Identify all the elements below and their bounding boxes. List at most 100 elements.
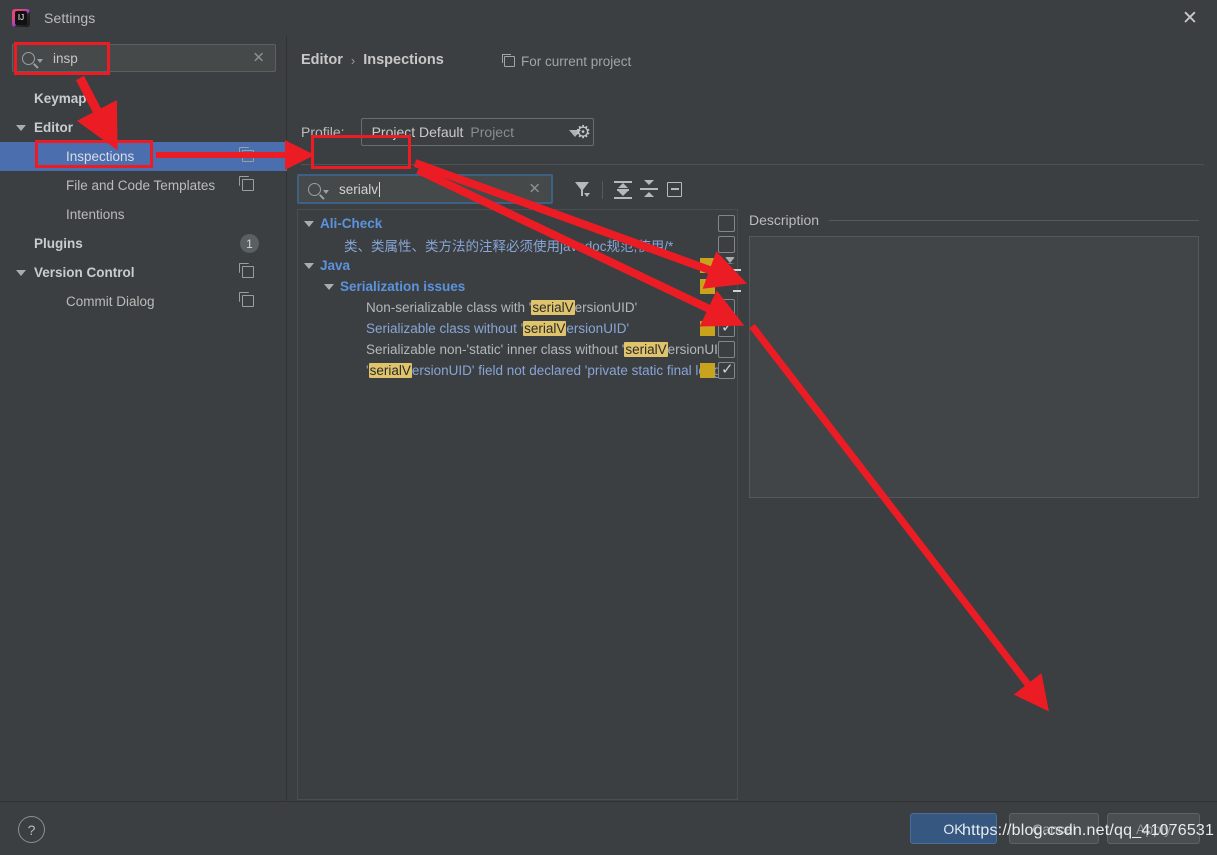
- reset-to-empty-icon[interactable]: [662, 178, 688, 202]
- sidebar-search-value: insp: [53, 50, 78, 66]
- for-current-project-label: For current project: [502, 54, 632, 69]
- plugins-update-badge: 1: [240, 234, 259, 253]
- description-title: Description: [749, 212, 820, 228]
- sidebar-item-label: Keymap: [34, 91, 87, 106]
- watermark: https://blog.csdn.net/qq_41076531: [962, 822, 1215, 839]
- sidebar-item-label: Commit Dialog: [66, 294, 155, 309]
- close-icon[interactable]: ✕: [1177, 6, 1203, 30]
- inspection-toolbar: [569, 178, 688, 202]
- filter-icon[interactable]: [569, 178, 595, 202]
- chevron-down-icon[interactable]: [324, 283, 334, 290]
- toolbar-separator: [602, 181, 603, 199]
- sidebar-search-input[interactable]: insp ✕: [12, 44, 276, 72]
- profile-value: Project Default: [371, 124, 464, 140]
- inspection-tree[interactable]: Ali-Check 类、类属性、类方法的注释必须使用javadoc规范,使用/*…: [297, 209, 741, 800]
- sidebar-search-clear-icon[interactable]: ✕: [252, 51, 265, 66]
- help-button[interactable]: ?: [18, 816, 45, 843]
- settings-sidebar: insp ✕ Keymap Editor Inspections File an…: [0, 36, 287, 801]
- chevron-down-icon[interactable]: [304, 262, 314, 269]
- inspection-enabled-checkbox[interactable]: [718, 236, 735, 253]
- severity-swatch: [700, 258, 715, 273]
- table-row[interactable]: Non-serializable class with 'serialVersi…: [298, 297, 737, 318]
- inspection-label: 'serialVersionUID' field not declared 'p…: [366, 363, 724, 378]
- breadcrumb: Editor › Inspections: [301, 52, 444, 68]
- profile-row: Profile: Project Default Project ⚙: [301, 118, 594, 146]
- table-row[interactable]: Serialization issues: [298, 276, 741, 297]
- severity-swatch: [700, 321, 715, 336]
- for-current-project-text: For current project: [521, 54, 632, 69]
- intellij-idea-logo-icon: [12, 9, 30, 27]
- search-icon: [22, 51, 35, 65]
- inspection-search-input[interactable]: serialv ✕: [297, 174, 553, 204]
- inspection-enabled-checkbox[interactable]: [718, 215, 735, 232]
- inspection-label: Serializable non-'static' inner class wi…: [366, 342, 731, 357]
- sidebar-item-label: Inspections: [66, 149, 135, 164]
- sidebar-item-label: File and Code Templates: [66, 178, 216, 193]
- copy-settings-icon[interactable]: [239, 263, 254, 278]
- search-icon: [308, 182, 321, 196]
- sidebar-item-version-control[interactable]: Version Control: [0, 258, 287, 287]
- inspection-group-label: Java: [320, 258, 351, 273]
- search-dropdown-caret-icon[interactable]: [323, 189, 329, 194]
- table-row[interactable]: Serializable class without 'serialVersio…: [298, 318, 737, 339]
- sidebar-item-editor[interactable]: Editor: [0, 113, 287, 142]
- settings-category-tree: Keymap Editor Inspections File and Code …: [0, 84, 287, 316]
- breadcrumb-current: Inspections: [363, 52, 444, 68]
- table-row[interactable]: Java: [298, 255, 741, 276]
- severity-swatch: [700, 363, 715, 378]
- copy-settings-icon[interactable]: [239, 176, 254, 191]
- settings-dialog: Settings ✕ insp ✕ Keymap Editor Inspecti…: [0, 0, 1217, 855]
- sidebar-item-label: Version Control: [34, 265, 135, 280]
- description-panel: [749, 236, 1199, 498]
- project-scope-icon: [502, 54, 515, 67]
- collapse-all-icon[interactable]: [636, 178, 662, 202]
- inspection-search-value: serialv: [339, 181, 381, 197]
- sidebar-item-inspections[interactable]: Inspections: [0, 142, 287, 171]
- table-row[interactable]: 'serialVersionUID' field not declared 'p…: [298, 360, 737, 381]
- inspection-label: Non-serializable class with 'serialVersi…: [366, 300, 638, 315]
- divider: [829, 219, 1199, 221]
- inspection-enabled-checkbox[interactable]: [725, 257, 741, 271]
- inspection-group-label: Serialization issues: [340, 279, 466, 294]
- table-row[interactable]: Serializable non-'static' inner class wi…: [298, 339, 737, 360]
- sidebar-item-label: Plugins: [34, 236, 83, 251]
- inspections-panel: Editor › Inspections For current project…: [288, 36, 1217, 818]
- chevron-down-icon[interactable]: [304, 220, 314, 227]
- description-header: Description: [749, 212, 1199, 228]
- copy-settings-icon[interactable]: [239, 292, 254, 307]
- gear-icon[interactable]: ⚙: [575, 122, 596, 143]
- chevron-down-icon[interactable]: [16, 269, 26, 276]
- inspection-group-label: Ali-Check: [320, 216, 383, 231]
- inspection-search-clear-icon[interactable]: ✕: [528, 182, 541, 197]
- window-title: Settings: [44, 10, 96, 26]
- chevron-down-icon[interactable]: [16, 124, 26, 131]
- sidebar-item-commit-dialog[interactable]: Commit Dialog: [0, 287, 287, 316]
- expand-all-icon[interactable]: [610, 178, 636, 202]
- inspection-label: 类、类属性、类方法的注释必须使用javadoc规范,使用/*: [344, 238, 674, 254]
- inspection-label: Serializable class without 'serialVersio…: [366, 321, 630, 336]
- inspection-enabled-checkbox[interactable]: [718, 318, 735, 337]
- sidebar-item-keymap[interactable]: Keymap: [0, 84, 287, 113]
- profile-label: Profile:: [301, 124, 345, 140]
- sidebar-item-intentions[interactable]: Intentions: [0, 200, 287, 229]
- inspection-tree-rows: Ali-Check 类、类属性、类方法的注释必须使用javadoc规范,使用/*…: [298, 210, 741, 381]
- profile-select[interactable]: Project Default Project: [360, 118, 594, 146]
- sidebar-item-plugins[interactable]: Plugins 1: [0, 229, 287, 258]
- title-bar: Settings ✕: [0, 0, 1217, 36]
- search-dropdown-caret-icon[interactable]: [37, 58, 43, 63]
- breadcrumb-separator-icon: ›: [350, 52, 356, 68]
- profile-value-suffix: Project: [470, 124, 514, 140]
- sidebar-item-file-and-code-templates[interactable]: File and Code Templates: [0, 171, 287, 200]
- copy-settings-icon[interactable]: [239, 147, 254, 162]
- breadcrumb-parent[interactable]: Editor: [301, 52, 343, 68]
- table-row[interactable]: 类、类属性、类方法的注释必须使用javadoc规范,使用/*: [298, 234, 737, 255]
- sidebar-item-label: Editor: [34, 120, 73, 135]
- inspection-enabled-checkbox[interactable]: [718, 360, 735, 379]
- divider: [301, 164, 1204, 165]
- inspection-enabled-checkbox[interactable]: [725, 278, 741, 292]
- severity-swatch: [700, 279, 715, 294]
- table-row[interactable]: Ali-Check: [298, 213, 737, 234]
- sidebar-item-label: Intentions: [66, 207, 125, 222]
- inspection-enabled-checkbox[interactable]: [718, 341, 735, 358]
- inspection-enabled-checkbox[interactable]: [718, 299, 735, 316]
